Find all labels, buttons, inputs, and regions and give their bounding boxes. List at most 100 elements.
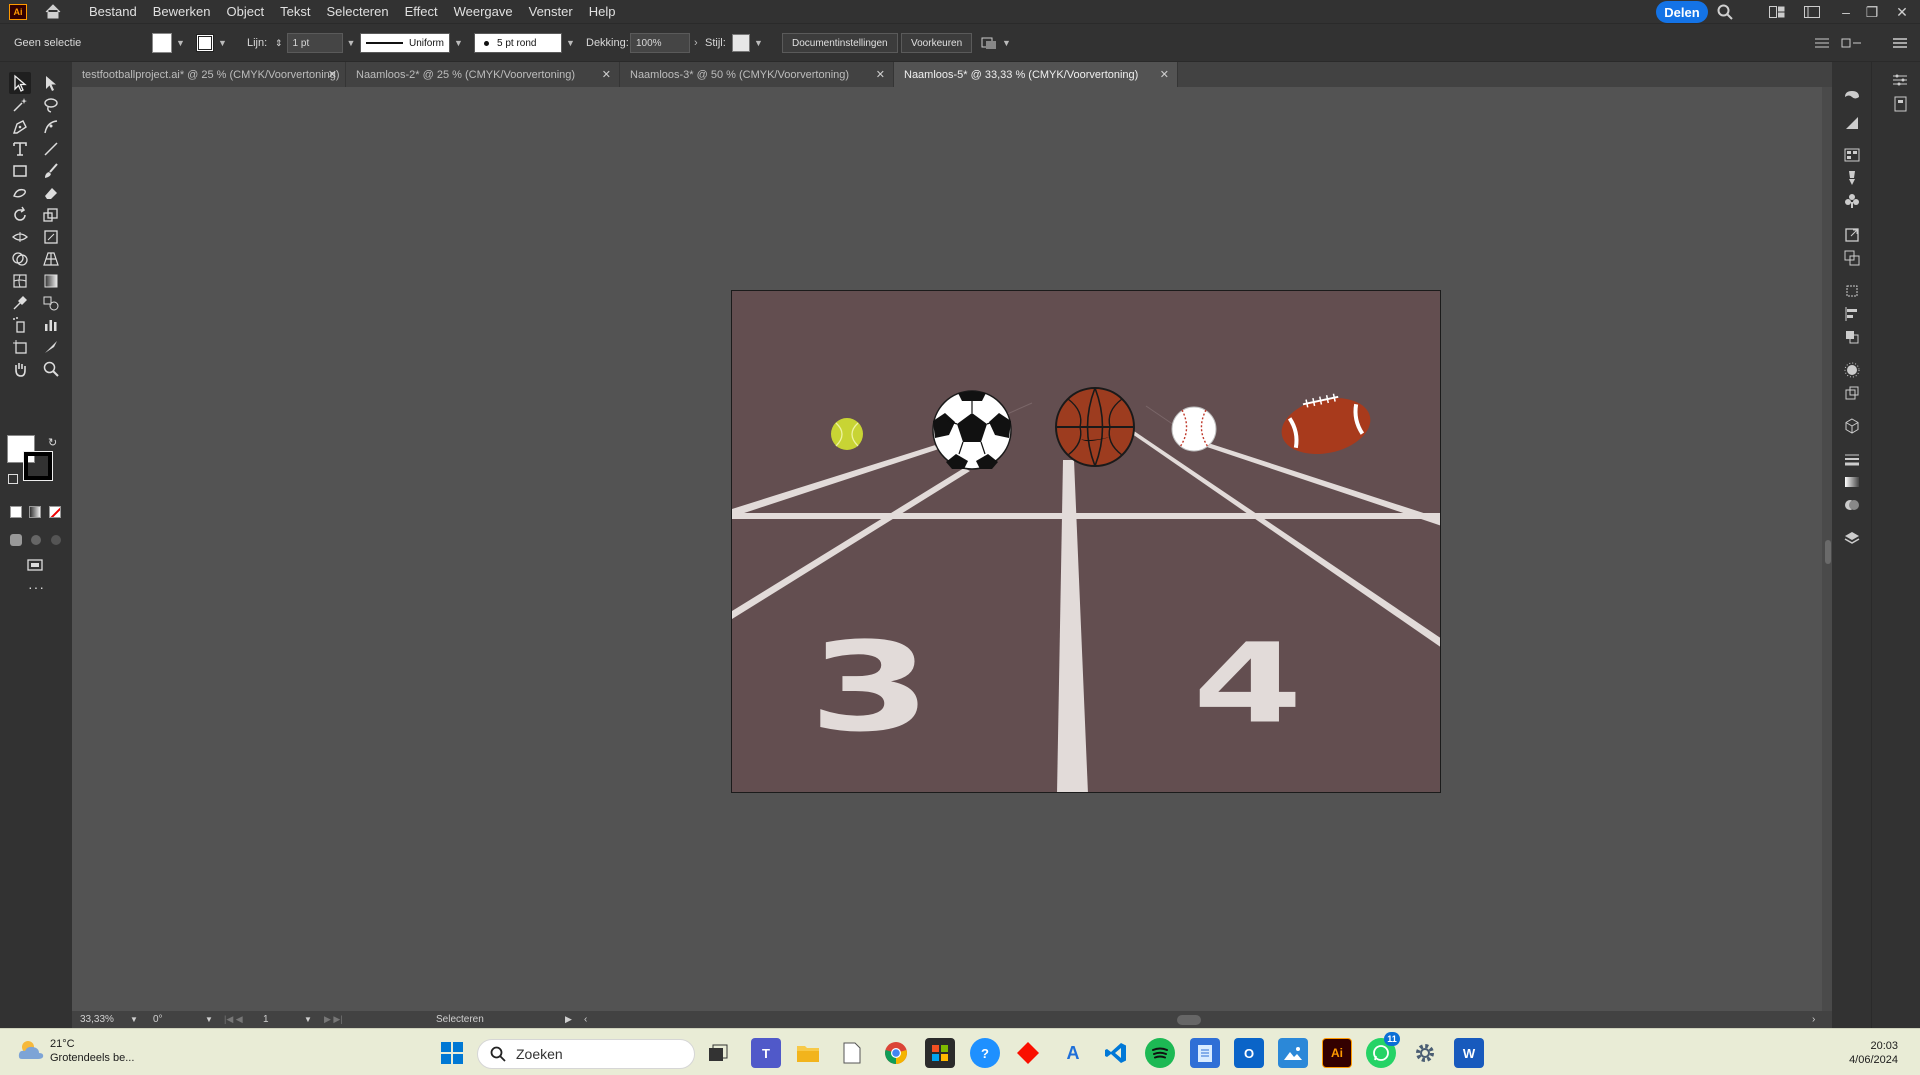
style-swatch[interactable]	[732, 34, 750, 52]
menu-bewerken[interactable]: Bewerken	[145, 0, 219, 23]
tennis-ball[interactable]	[831, 418, 863, 450]
rotation-field[interactable]: 0°	[153, 1013, 163, 1026]
draw-inside-icon[interactable]	[45, 529, 67, 551]
weather-widget[interactable]: 21°C Grotendeels be...	[16, 1037, 134, 1065]
artboard[interactable]: 3 4	[731, 290, 1441, 793]
close-tab-icon[interactable]: ✕	[602, 68, 611, 81]
more-tools-icon[interactable]: ···	[28, 579, 45, 595]
eyedropper-tool-icon[interactable]	[9, 292, 31, 314]
stroke-weight-stepper[interactable]: ⇕ 1 pt ▼	[275, 33, 355, 53]
type-tool-icon[interactable]	[9, 138, 31, 160]
stroke-control[interactable]: ▼	[196, 33, 227, 53]
preferences-button[interactable]: Voorkeuren	[901, 33, 973, 53]
menu-tekst[interactable]: Tekst	[272, 0, 318, 23]
scroll-left-icon[interactable]: ‹	[584, 1013, 587, 1026]
settings-icon[interactable]	[1410, 1038, 1440, 1068]
stroke-profile-field[interactable]: Uniform	[360, 33, 450, 53]
translator-icon[interactable]: A	[1058, 1038, 1088, 1068]
panel-options-icon[interactable]	[1815, 33, 1829, 53]
stroke-color-swatch[interactable]	[23, 451, 53, 481]
stepper-arrows-icon[interactable]: ⇕	[275, 38, 283, 49]
style-control[interactable]: ▼	[732, 33, 763, 53]
artboards-icon[interactable]	[1841, 280, 1863, 302]
photos-icon[interactable]	[1278, 1038, 1308, 1068]
close-tab-icon[interactable]: ✕	[876, 68, 885, 81]
minimize-icon[interactable]: –	[1836, 2, 1856, 22]
document-settings-button[interactable]: Documentinstellingen	[782, 33, 898, 53]
width-tool-icon[interactable]	[9, 226, 31, 248]
brush-field[interactable]: 5 pt rond	[474, 33, 562, 53]
workspace-icon[interactable]	[1802, 2, 1822, 22]
menu-help[interactable]: Help	[581, 0, 624, 23]
outlook-icon[interactable]: O	[1234, 1038, 1264, 1068]
shape-builder-tool-icon[interactable]	[9, 248, 31, 270]
pen-tool-icon[interactable]	[9, 116, 31, 138]
hand-tool-icon[interactable]	[9, 358, 31, 380]
stroke-weight-field[interactable]: 1 pt	[286, 33, 343, 53]
screen-mode-icon[interactable]	[24, 554, 46, 576]
libraries-icon[interactable]	[1841, 85, 1863, 107]
mesh-tool-icon[interactable]	[9, 270, 31, 292]
draw-behind-icon[interactable]	[25, 529, 47, 551]
spotify-icon[interactable]	[1145, 1038, 1175, 1068]
illustrator-taskbar-icon[interactable]: Ai	[1322, 1038, 1352, 1068]
appearance-icon[interactable]	[1841, 359, 1863, 381]
task-view-icon[interactable]	[703, 1038, 733, 1068]
chrome-icon[interactable]	[881, 1038, 911, 1068]
none-mode-icon[interactable]	[49, 506, 61, 518]
rectangle-tool-icon[interactable]	[9, 160, 31, 182]
fill-swatch[interactable]	[152, 33, 172, 53]
close-tab-icon[interactable]: ✕	[1160, 68, 1169, 81]
properties-icon[interactable]	[1889, 69, 1911, 91]
layers-stack-icon[interactable]	[1841, 326, 1863, 348]
soccer-ball[interactable]	[932, 390, 1012, 470]
document-settings-label[interactable]: Documentinstellingen	[782, 33, 898, 53]
paintbrush-tool-icon[interactable]	[40, 160, 62, 182]
last-artboard-icon[interactable]: ▶ ▶|	[324, 1013, 343, 1026]
notepad-icon[interactable]	[1190, 1038, 1220, 1068]
selection-tool-icon[interactable]	[9, 72, 31, 94]
hamburger-menu-icon[interactable]	[1893, 33, 1907, 53]
learn-icon[interactable]	[1889, 93, 1911, 115]
chevron-down-icon[interactable]: ▼	[205, 1013, 213, 1026]
tab-testfootballproject[interactable]: testfootballproject.ai* @ 25 % (CMYK/Voo…	[72, 62, 346, 87]
layers-icon[interactable]	[1841, 527, 1863, 549]
pathfinder-icon[interactable]	[1841, 247, 1863, 269]
direct-selection-tool-icon[interactable]	[40, 72, 62, 94]
line-segment-tool-icon[interactable]	[40, 138, 62, 160]
adobe-app-icon[interactable]	[1013, 1038, 1043, 1068]
status-menu-arrow-icon[interactable]: ▶	[565, 1013, 572, 1026]
arrange-icon[interactable]: ▼	[980, 33, 1011, 53]
brushes-icon[interactable]	[1841, 167, 1863, 189]
swatches-icon[interactable]	[1841, 144, 1863, 166]
chevron-down-icon[interactable]: ▼	[347, 38, 356, 48]
shaper-tool-icon[interactable]	[9, 182, 31, 204]
tab-naamloos-2[interactable]: Naamloos-2* @ 25 % (CMYK/Voorvertoning) …	[346, 62, 620, 87]
baseball[interactable]	[1171, 406, 1217, 452]
free-transform-tool-icon[interactable]	[40, 226, 62, 248]
symbol-sprayer-tool-icon[interactable]	[9, 314, 31, 336]
chevron-down-icon[interactable]: ▼	[454, 38, 463, 48]
chevron-down-icon[interactable]: ▼	[304, 1013, 312, 1026]
document-icon[interactable]	[837, 1038, 867, 1068]
lasso-tool-icon[interactable]	[40, 94, 62, 116]
fill-control[interactable]: ▼	[152, 33, 185, 53]
stroke-swatch[interactable]	[196, 34, 214, 52]
perspective-grid-tool-icon[interactable]	[40, 248, 62, 270]
chevron-down-icon[interactable]: ▼	[754, 38, 763, 48]
vscode-icon[interactable]	[1101, 1038, 1131, 1068]
transparency-icon[interactable]	[1841, 494, 1863, 516]
preferences-label[interactable]: Voorkeuren	[901, 33, 973, 53]
vertical-scroll-thumb[interactable]	[1825, 540, 1831, 564]
chevron-down-icon[interactable]: ▼	[176, 38, 185, 48]
chevron-down-icon[interactable]: ▼	[218, 38, 227, 48]
3d-materials-icon[interactable]	[1841, 415, 1863, 437]
artboard-tool-icon[interactable]	[9, 336, 31, 358]
default-colors-icon[interactable]	[8, 474, 18, 484]
opacity-field[interactable]: 100%	[630, 33, 690, 53]
magic-wand-tool-icon[interactable]	[9, 94, 31, 116]
share-button[interactable]: Delen	[1656, 1, 1708, 23]
align-options-icon[interactable]	[1840, 33, 1862, 53]
gradient-tool-icon[interactable]	[40, 270, 62, 292]
slice-tool-icon[interactable]	[40, 336, 62, 358]
